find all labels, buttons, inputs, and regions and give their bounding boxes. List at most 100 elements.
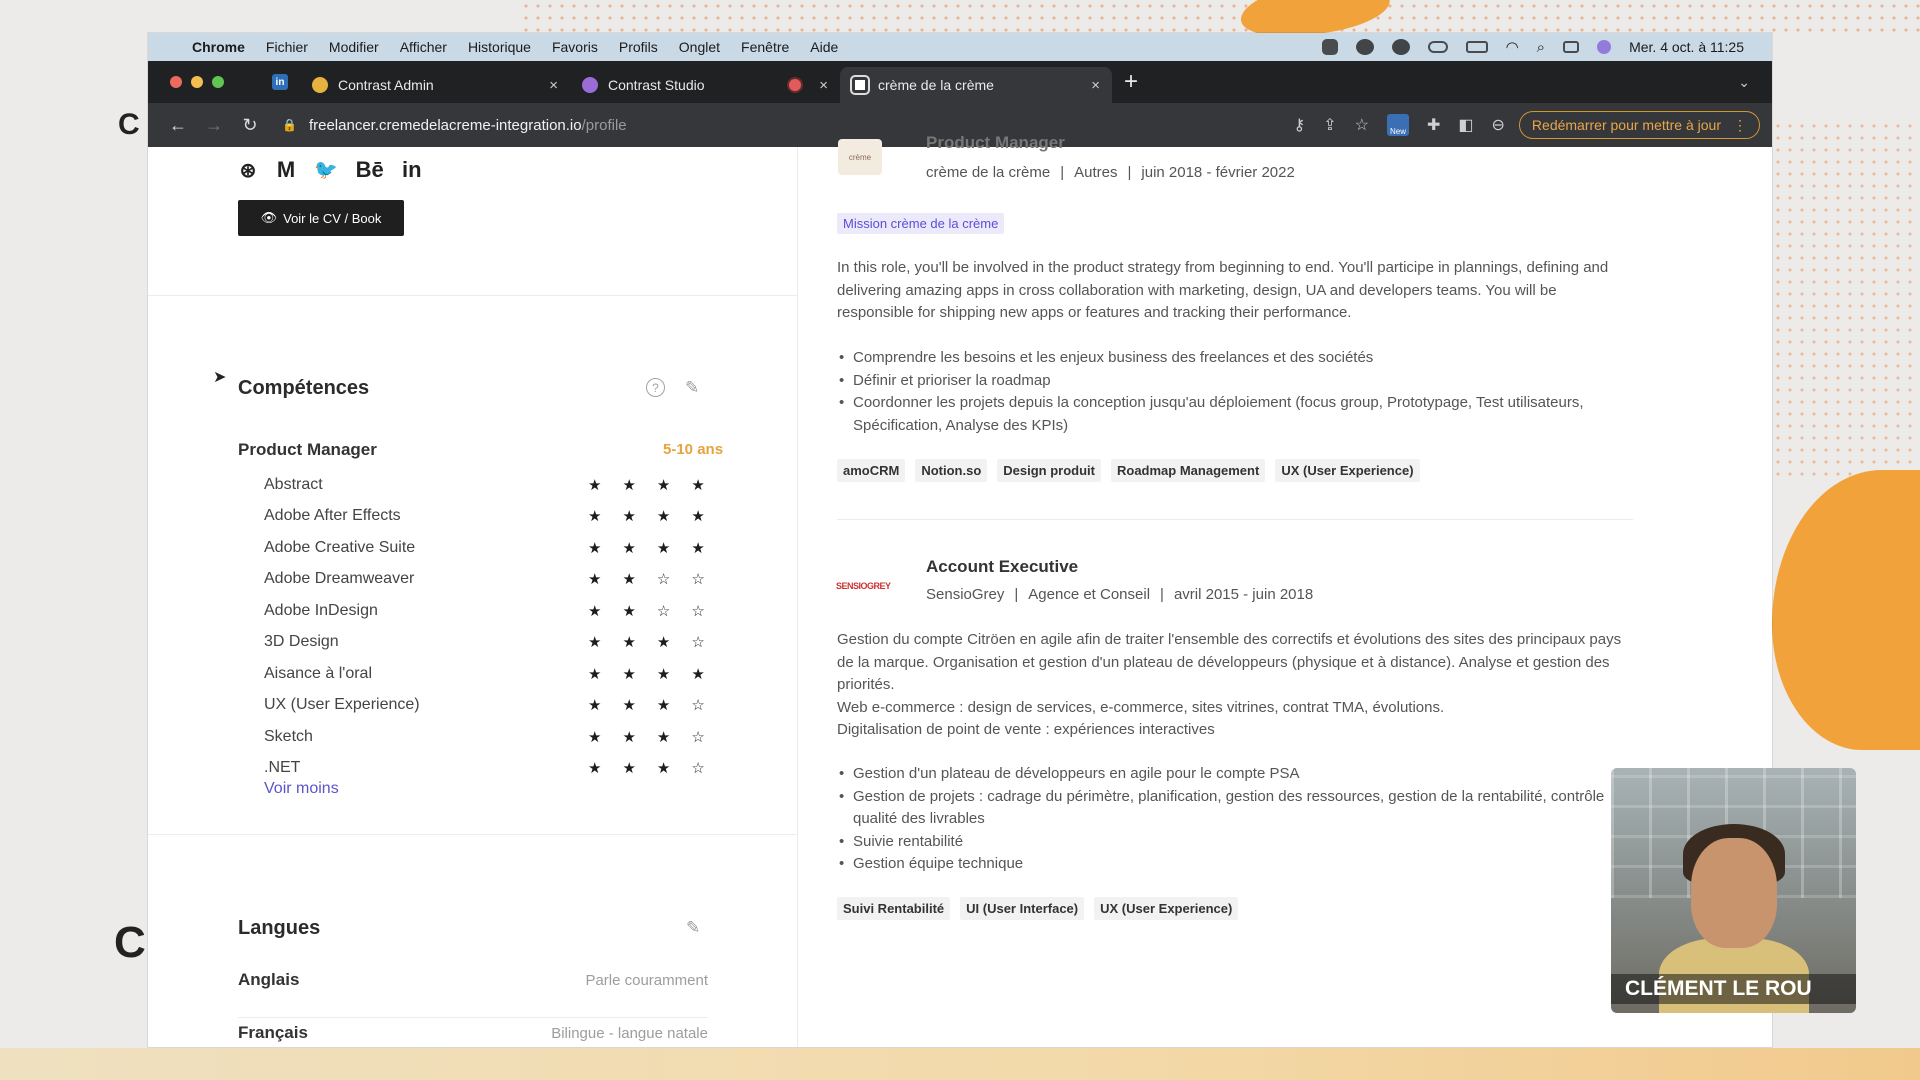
menu-favoris[interactable]: Favoris <box>552 39 598 55</box>
edit-pencil-icon[interactable]: ✎ <box>685 378 699 398</box>
glasses-icon[interactable] <box>1427 41 1448 53</box>
star-filled-icon[interactable]: ★ <box>657 539 670 557</box>
skill-rating[interactable]: ★ ★ ★ ☆ <box>588 728 708 746</box>
menu-onglet[interactable]: Onglet <box>679 39 720 55</box>
star-filled-icon[interactable]: ★ <box>588 570 601 588</box>
back-button[interactable]: ← <box>160 115 196 136</box>
star-filled-icon[interactable]: ★ <box>622 507 635 525</box>
skill-rating[interactable]: ★ ★ ★ ☆ <box>588 759 708 777</box>
bookmark-star-icon[interactable]: ☆ <box>1355 115 1369 135</box>
star-empty-icon[interactable]: ☆ <box>657 570 670 588</box>
search-icon[interactable]: ⌕ <box>1537 39 1545 56</box>
siri-icon[interactable] <box>1597 40 1612 54</box>
edit-pencil-icon[interactable]: ✎ <box>686 918 700 938</box>
star-filled-icon[interactable]: ★ <box>657 696 670 714</box>
status-icon[interactable] <box>1391 39 1410 55</box>
lock-icon[interactable]: 🔒 <box>282 118 297 132</box>
skill-rating[interactable]: ★ ★ ★ ★ <box>588 476 708 494</box>
star-empty-icon[interactable]: ☆ <box>691 570 704 588</box>
star-filled-icon[interactable]: ★ <box>691 539 704 557</box>
menu-aide[interactable]: Aide <box>810 39 838 55</box>
star-filled-icon[interactable]: ★ <box>588 665 601 683</box>
star-filled-icon[interactable]: ★ <box>622 633 635 651</box>
star-filled-icon[interactable]: ★ <box>588 539 601 557</box>
skill-rating[interactable]: ★ ★ ★ ☆ <box>588 633 708 651</box>
tab-contrast-studio[interactable]: Contrast Studio × <box>570 67 840 103</box>
close-window-button[interactable] <box>170 76 182 88</box>
restart-to-update-button[interactable]: Redémarrer pour mettre à jour ⋮ <box>1518 111 1760 139</box>
star-empty-icon[interactable]: ☆ <box>691 759 704 777</box>
linkedin-icon[interactable]: in <box>402 157 422 183</box>
view-cv-button[interactable]: 👁 Voir le CV / Book <box>238 200 404 236</box>
share-icon[interactable]: ⇪ <box>1323 115 1336 135</box>
skill-rating[interactable]: ★ ★ ☆ ☆ <box>588 602 708 620</box>
star-filled-icon[interactable]: ★ <box>588 633 601 651</box>
star-empty-icon[interactable]: ☆ <box>691 602 704 620</box>
zoom-window-button[interactable] <box>212 76 224 88</box>
star-filled-icon[interactable]: ★ <box>657 507 670 525</box>
skill-rating[interactable]: ★ ★ ☆ ☆ <box>588 570 708 588</box>
star-filled-icon[interactable]: ★ <box>588 728 601 746</box>
star-filled-icon[interactable]: ★ <box>657 665 670 683</box>
key-icon[interactable]: ⚷ <box>1294 115 1306 135</box>
battery-icon[interactable] <box>1465 41 1488 53</box>
cloud-icon[interactable] <box>1355 39 1374 55</box>
star-filled-icon[interactable]: ★ <box>588 476 601 494</box>
close-tab-icon[interactable]: × <box>819 77 828 94</box>
close-tab-icon[interactable]: × <box>1091 77 1100 94</box>
show-less-link[interactable]: Voir moins <box>264 780 339 798</box>
close-tab-icon[interactable]: × <box>549 77 558 94</box>
extensions-puzzle-icon[interactable]: ✚ <box>1427 115 1440 135</box>
star-filled-icon[interactable]: ★ <box>622 665 635 683</box>
control-center-icon[interactable] <box>1563 41 1580 53</box>
star-filled-icon[interactable]: ★ <box>691 507 704 525</box>
dribbble-icon[interactable]: ⊛ <box>238 158 258 183</box>
menu-fichier[interactable]: Fichier <box>266 39 308 55</box>
star-empty-icon[interactable]: ☆ <box>691 696 704 714</box>
help-icon[interactable]: ? <box>646 378 665 397</box>
star-filled-icon[interactable]: ★ <box>657 759 670 777</box>
skill-rating[interactable]: ★ ★ ★ ★ <box>588 539 708 557</box>
star-filled-icon[interactable]: ★ <box>657 633 670 651</box>
star-filled-icon[interactable]: ★ <box>657 728 670 746</box>
star-filled-icon[interactable]: ★ <box>622 696 635 714</box>
menu-profils[interactable]: Profils <box>619 39 658 55</box>
star-filled-icon[interactable]: ★ <box>588 507 601 525</box>
minimize-window-button[interactable] <box>191 76 203 88</box>
forward-button[interactable]: → <box>196 115 232 136</box>
tab-search-chevron-icon[interactable]: ⌄ <box>1738 74 1750 91</box>
extension-new-icon[interactable]: New <box>1386 114 1409 136</box>
star-filled-icon[interactable]: ★ <box>588 696 601 714</box>
side-panel-icon[interactable]: ◧ <box>1458 115 1473 135</box>
menu-modifier[interactable]: Modifier <box>329 39 379 55</box>
skill-rating[interactable]: ★ ★ ★ ★ <box>588 665 708 683</box>
behance-icon[interactable]: Bē <box>356 157 384 183</box>
star-filled-icon[interactable]: ★ <box>691 665 704 683</box>
tab-creme-de-la-creme[interactable]: crème de la crème × <box>840 67 1112 103</box>
settings-icon[interactable] <box>1321 39 1338 55</box>
menubar-clock[interactable]: Mer. 4 oct. à 11:25 <box>1629 39 1744 55</box>
star-filled-icon[interactable]: ★ <box>622 728 635 746</box>
new-tab-button[interactable]: + <box>1124 68 1138 96</box>
url-field[interactable]: 🔒 freelancer.cremedelacreme-integration.… <box>282 117 1294 134</box>
tab-contrast-admin[interactable]: Contrast Admin × <box>300 67 570 103</box>
star-filled-icon[interactable]: ★ <box>588 759 601 777</box>
star-filled-icon[interactable]: ★ <box>657 476 670 494</box>
skill-rating[interactable]: ★ ★ ★ ★ <box>588 507 708 525</box>
menu-app-name[interactable]: Chrome <box>192 39 245 55</box>
star-filled-icon[interactable]: ★ <box>622 759 635 777</box>
menu-fenetre[interactable]: Fenêtre <box>741 39 789 55</box>
star-filled-icon[interactable]: ★ <box>622 570 635 588</box>
reload-button[interactable]: ↻ <box>232 115 268 136</box>
skill-rating[interactable]: ★ ★ ★ ☆ <box>588 696 708 714</box>
menu-afficher[interactable]: Afficher <box>400 39 447 55</box>
star-empty-icon[interactable]: ☆ <box>657 602 670 620</box>
medium-icon[interactable]: M <box>276 157 296 183</box>
wifi-icon[interactable]: ◠ <box>1506 38 1519 56</box>
profile-icon[interactable]: ⊖ <box>1492 115 1505 135</box>
star-filled-icon[interactable]: ★ <box>691 476 704 494</box>
star-empty-icon[interactable]: ☆ <box>691 728 704 746</box>
star-filled-icon[interactable]: ★ <box>622 539 635 557</box>
menu-historique[interactable]: Historique <box>468 39 531 55</box>
twitter-icon[interactable]: 🐦 <box>314 158 338 182</box>
